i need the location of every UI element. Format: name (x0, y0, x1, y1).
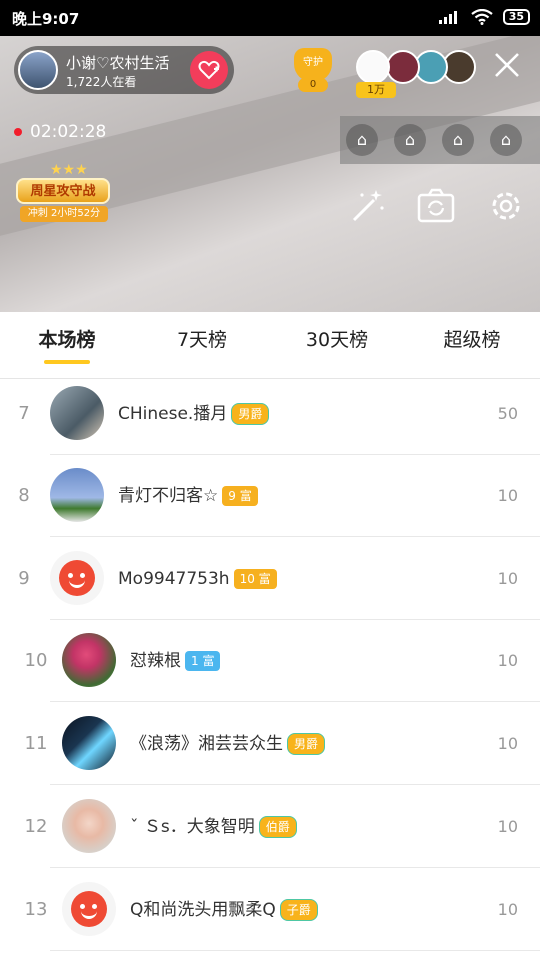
score: 10 (497, 817, 518, 836)
user-name: CHinese.播月 男爵 (118, 373, 270, 455)
signal-icon (438, 11, 457, 24)
host-name: 小谢♡农村生活 (66, 54, 170, 72)
viewer-count: 1,722人在看 (66, 75, 137, 89)
avatar[interactable] (62, 716, 116, 770)
guard-count: 0 (298, 78, 328, 92)
tab-current-show[interactable]: 本场榜 (20, 312, 114, 378)
beauty-wand-button[interactable] (348, 186, 388, 226)
close-icon (495, 53, 519, 77)
close-button[interactable] (490, 50, 524, 84)
host-avatar[interactable] (18, 50, 58, 90)
live-dot-icon (14, 128, 22, 136)
guard-badge[interactable]: 守护 0 (290, 48, 336, 94)
top-viewers[interactable]: 1万 (356, 50, 476, 114)
avatar-default-icon[interactable] (62, 882, 116, 936)
avatar[interactable] (62, 799, 116, 853)
star-icon: ★★★ (50, 162, 88, 178)
live-timer: 02:02:28 (14, 122, 106, 142)
tab-super[interactable]: 超级榜 (425, 312, 519, 378)
camera-switch-button[interactable] (416, 186, 456, 226)
score: 10 (497, 734, 518, 753)
sofa-seat-icon[interactable]: ⌂ (346, 124, 378, 156)
list-item[interactable]: 9 Mo9947753h 10 富 10 (0, 538, 540, 620)
rank-badge: 1 富 (185, 651, 221, 671)
divider (50, 536, 540, 537)
rank-badge: 伯爵 (258, 816, 297, 838)
tab-7-days[interactable]: 7天榜 (155, 312, 249, 378)
viewer-avatar[interactable] (386, 50, 420, 84)
status-time: 晚上9:07 (12, 10, 80, 28)
divider (50, 701, 540, 702)
user-name: 青灯不归客☆ 9 富 (118, 455, 258, 537)
rank-badge: 10 富 (233, 569, 277, 589)
status-icons: 35 (438, 9, 530, 25)
list-item[interactable]: 13 Q和尚洗头用飘柔Q 子爵 10 (0, 869, 540, 951)
user-name: 《浪荡》湘芸芸众生 男爵 (130, 703, 326, 785)
avatar[interactable] (50, 468, 104, 522)
viewer-contribution-badge: 1万 (356, 82, 396, 98)
list-item[interactable]: 11 《浪荡》湘芸芸众生 男爵 10 (0, 703, 540, 785)
timer-text: 02:02:28 (30, 122, 107, 142)
active-tab-indicator (44, 360, 90, 364)
list-item[interactable]: 10 怼辣根 1 富 10 (0, 620, 540, 702)
avatar[interactable] (50, 386, 104, 440)
heart-plus-icon (198, 60, 220, 80)
camera-switch-icon (417, 188, 455, 223)
week-star-label: 周星攻守战 (16, 178, 110, 204)
sofa-seat-icon[interactable]: ⌂ (394, 124, 426, 156)
divider (50, 867, 540, 868)
settings-button[interactable] (486, 186, 526, 226)
score: 50 (497, 404, 518, 423)
seat-bar: ⌂ ⌂ ⌂ ⌂ (340, 116, 540, 164)
rank-number: 11 (24, 733, 48, 754)
avatar[interactable] (62, 633, 116, 687)
rank-badge: 9 富 (222, 486, 258, 506)
rank-number: 10 (24, 650, 48, 671)
rank-number: 12 (24, 816, 48, 837)
rank-number: 9 (18, 568, 30, 589)
guard-shield-icon: 守护 (294, 48, 332, 82)
sofa-seat-icon[interactable]: ⌂ (490, 124, 522, 156)
sofa-seat-icon[interactable]: ⌂ (442, 124, 474, 156)
user-name: 怼辣根 1 富 (130, 620, 221, 702)
list-item[interactable]: 8 青灯不归客☆ 9 富 10 (0, 455, 540, 537)
rank-number: 8 (18, 485, 30, 506)
ranking-tabs: 本场榜 7天榜 30天榜 超级榜 (0, 312, 540, 379)
score: 10 (497, 486, 518, 505)
viewer-avatar[interactable] (356, 50, 390, 84)
rank-badge: 男爵 (287, 733, 326, 755)
divider (50, 950, 540, 951)
score: 10 (497, 651, 518, 670)
score: 10 (497, 569, 518, 588)
week-star-event[interactable]: ★★★ 周星攻守战 冲刺 2小时52分 (16, 162, 112, 226)
gear-icon (492, 192, 520, 220)
list-item[interactable]: 12 ˇ Ｓs．大象智明 伯爵 10 (0, 786, 540, 868)
week-star-countdown: 冲刺 2小时52分 (20, 206, 108, 222)
follow-button[interactable] (190, 51, 228, 89)
user-name: Q和尚洗头用飘柔Q 子爵 (130, 869, 318, 951)
avatar-default-icon[interactable] (50, 551, 104, 605)
live-stream-view: 小谢♡农村生活 1,722人在看 守护 0 1万 02:02:28 ⌂ ⌂ ⌂ … (0, 36, 540, 312)
wifi-icon (471, 9, 493, 25)
rank-badge: 子爵 (279, 899, 318, 921)
rank-number: 7 (18, 403, 30, 424)
divider (50, 784, 540, 785)
list-item[interactable]: 7 CHinese.播月 男爵 50 (0, 373, 540, 455)
score: 10 (497, 900, 518, 919)
user-name: Mo9947753h 10 富 (118, 538, 277, 620)
user-name: ˇ Ｓs．大象智明 伯爵 (130, 786, 297, 868)
rank-number: 13 (24, 899, 48, 920)
host-info[interactable]: 小谢♡农村生活 1,722人在看 (14, 46, 234, 94)
status-bar: 晚上9:07 35 (0, 0, 540, 36)
battery-indicator: 35 (502, 9, 530, 25)
magic-wand-icon (352, 190, 384, 222)
rank-badge: 男爵 (231, 403, 270, 425)
tab-30-days[interactable]: 30天榜 (290, 312, 384, 378)
